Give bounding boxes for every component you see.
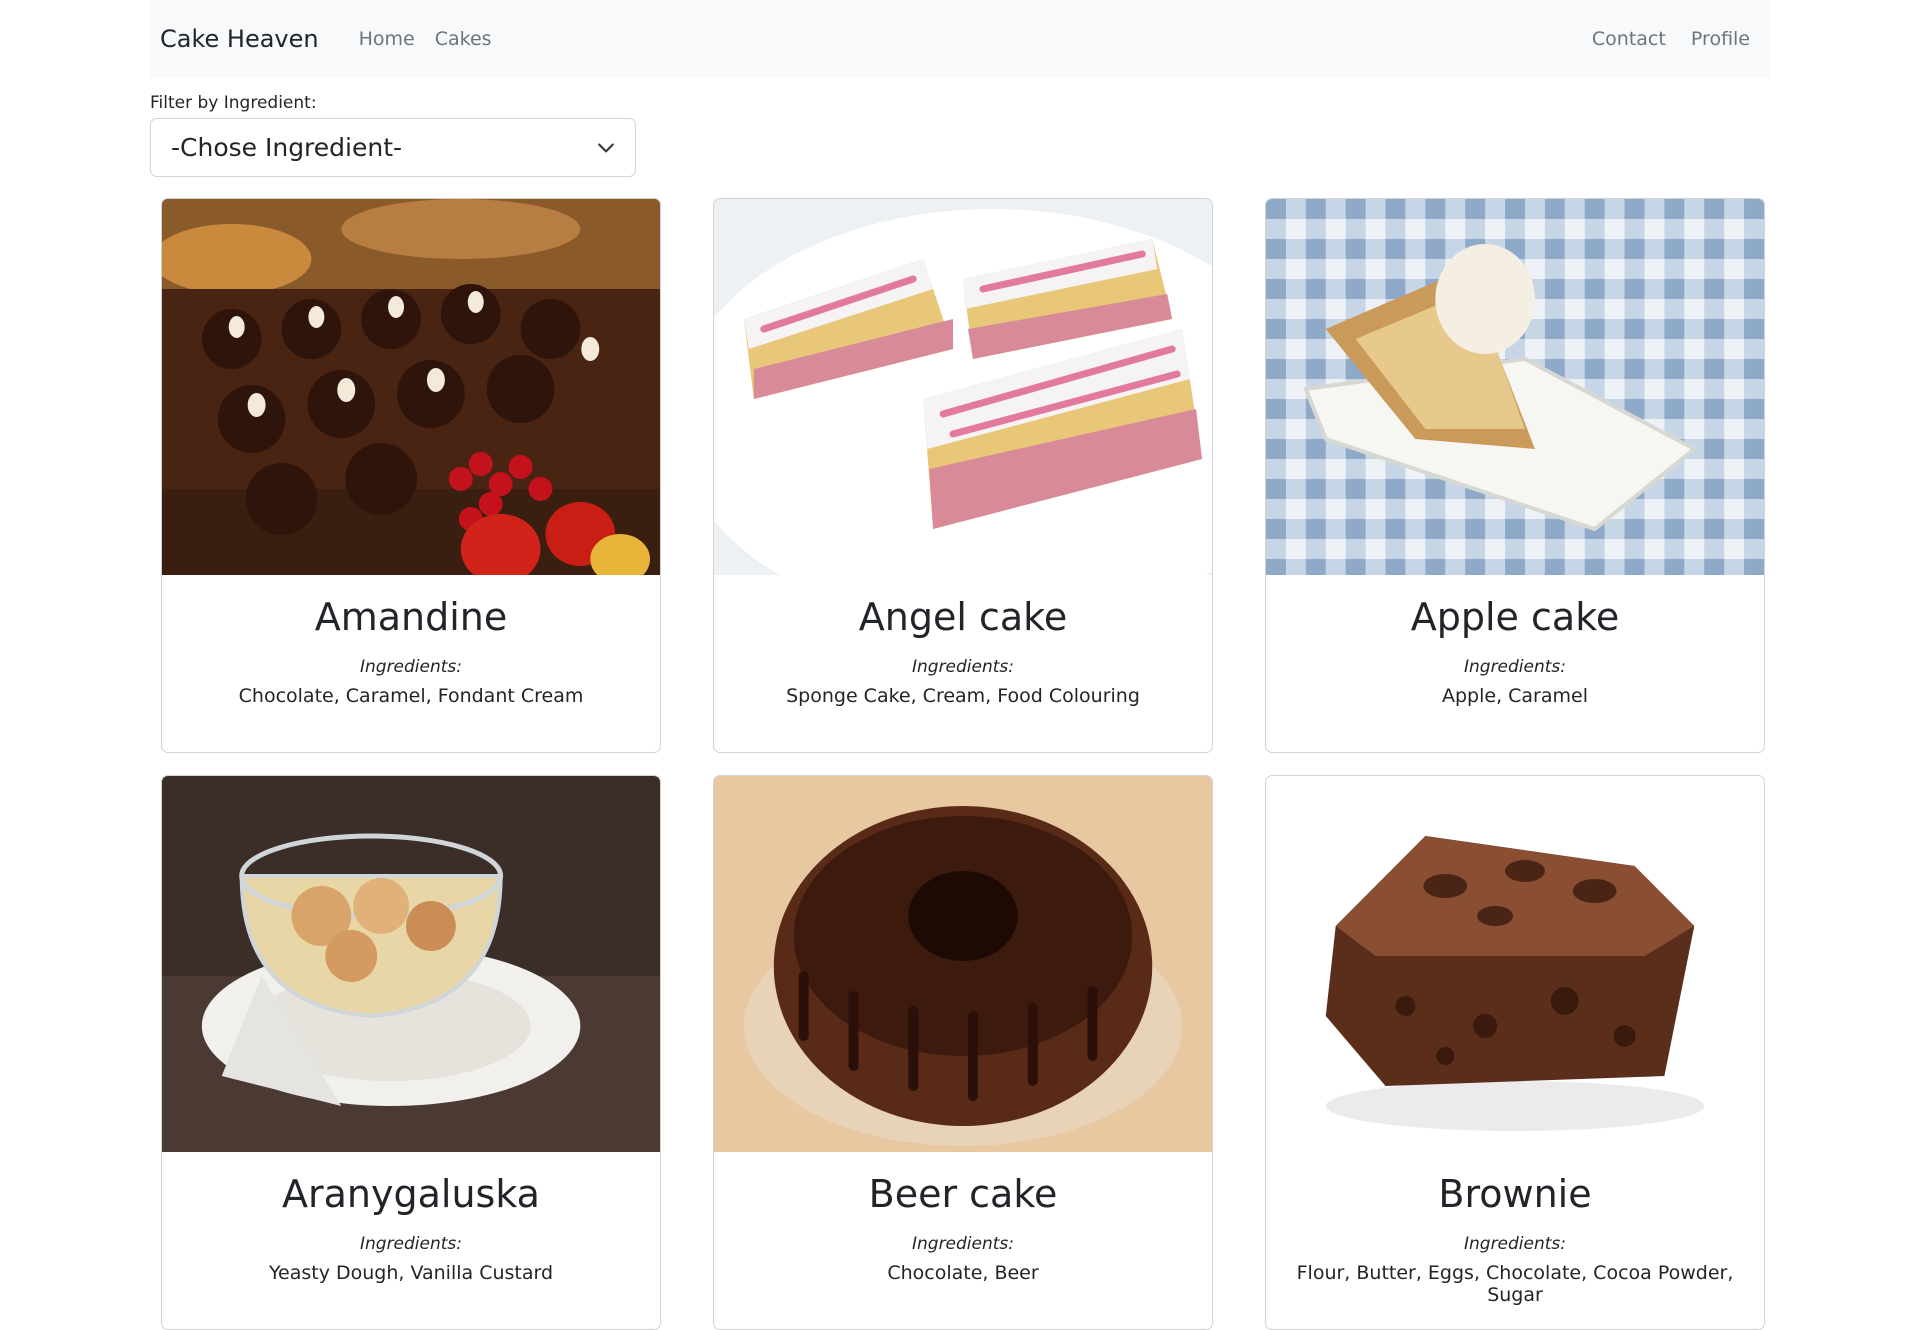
ingredients-label: Ingredients: <box>911 1233 1015 1254</box>
card-body: Amandine Ingredients: Chocolate, Caramel… <box>162 575 660 707</box>
card-body: Aranygaluska Ingredients: Yeasty Dough, … <box>162 1152 660 1284</box>
nav-link-cakes[interactable]: Cakes <box>435 28 492 50</box>
cake-image-aranygaluska <box>162 776 660 1152</box>
cake-image-brownie <box>1266 776 1764 1152</box>
cake-title: Apple cake <box>1410 595 1620 639</box>
ingredients-label: Ingredients: <box>911 656 1015 677</box>
cake-image-beer-cake <box>714 776 1212 1152</box>
cake-title: Beer cake <box>868 1172 1058 1216</box>
card-body: Beer cake Ingredients: Chocolate, Beer <box>714 1152 1212 1284</box>
cake-card-beer-cake: Beer cake Ingredients: Chocolate, Beer <box>713 775 1213 1330</box>
nav-link-contact[interactable]: Contact <box>1592 28 1666 50</box>
ingredients-text: Flour, Butter, Eggs, Chocolate, Cocoa Po… <box>1296 1261 1734 1306</box>
cake-title: Brownie <box>1438 1172 1592 1216</box>
ingredients-text: Sponge Cake, Cream, Food Colouring <box>786 684 1140 707</box>
cake-title: Angel cake <box>858 595 1068 639</box>
ingredients-label: Ingredients: <box>359 656 463 677</box>
card-body: Angel cake Ingredients: Sponge Cake, Cre… <box>714 575 1212 707</box>
chevron-down-icon <box>598 143 614 152</box>
ingredients-text: Apple, Caramel <box>1441 684 1588 707</box>
nav-right-group: Contact Profile <box>1592 28 1750 50</box>
ingredients-label: Ingredients: <box>1463 1233 1567 1254</box>
card-body: Apple cake Ingredients: Apple, Caramel <box>1266 575 1764 707</box>
ingredients-text: Chocolate, Beer <box>887 1261 1039 1284</box>
cake-title: Aranygaluska <box>282 1172 540 1216</box>
ingredients-text: Yeasty Dough, Vanilla Custard <box>268 1261 554 1284</box>
filter-label: Filter by Ingredient: <box>150 93 317 113</box>
cake-image-angel-cake <box>714 199 1212 575</box>
navbar: Cake Heaven Home Cakes Contact Profile <box>150 0 1770 78</box>
cake-card-angel-cake: Angel cake Ingredients: Sponge Cake, Cre… <box>713 198 1213 753</box>
nav-link-home[interactable]: Home <box>359 28 415 50</box>
ingredients-label: Ingredients: <box>1463 656 1567 677</box>
brand-link[interactable]: Cake Heaven <box>160 25 319 53</box>
cake-image-apple-cake <box>1266 199 1764 575</box>
ingredient-select-value: -Chose Ingredient- <box>171 133 403 162</box>
cake-card-apple-cake: Apple cake Ingredients: Apple, Caramel <box>1265 198 1765 753</box>
ingredients-label: Ingredients: <box>359 1233 463 1254</box>
cake-image-amandine <box>162 199 660 575</box>
ingredients-text: Chocolate, Caramel, Fondant Cream <box>238 684 584 707</box>
cake-title: Amandine <box>314 595 508 639</box>
card-body: Brownie Ingredients: Flour, Butter, Eggs… <box>1266 1152 1764 1306</box>
cake-card-aranygaluska: Aranygaluska Ingredients: Yeasty Dough, … <box>161 775 661 1330</box>
cake-card-amandine: Amandine Ingredients: Chocolate, Caramel… <box>161 198 661 753</box>
ingredient-select[interactable]: -Chose Ingredient- <box>150 118 636 177</box>
nav-link-profile[interactable]: Profile <box>1691 28 1750 50</box>
cake-card-brownie: Brownie Ingredients: Flour, Butter, Eggs… <box>1265 775 1765 1330</box>
